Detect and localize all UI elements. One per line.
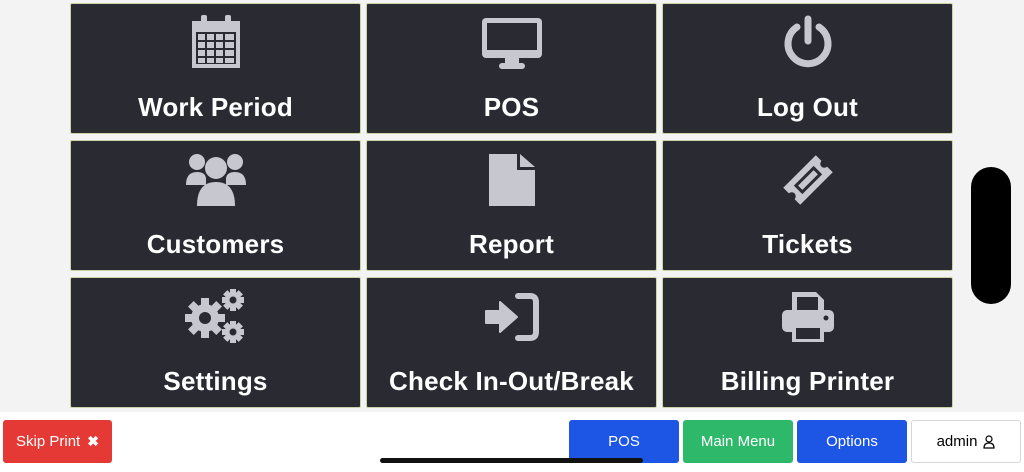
tile-label: Billing Printer xyxy=(720,366,895,396)
tile-log-out[interactable]: Log Out xyxy=(662,3,953,134)
tile-label: Tickets xyxy=(762,229,853,259)
printer-icon xyxy=(776,288,840,346)
main-menu-button[interactable]: Main Menu xyxy=(683,420,793,463)
file-icon xyxy=(480,151,544,209)
tile-label: Work Period xyxy=(138,92,293,122)
gears-icon xyxy=(184,288,248,346)
bottom-toolbar: Skip Print ✖ POS Main Menu Options admin xyxy=(0,412,1024,472)
user-button[interactable]: admin xyxy=(911,420,1021,463)
tile-label: Log Out xyxy=(756,92,859,122)
tile-pos[interactable]: POS xyxy=(366,3,657,134)
user-name: admin xyxy=(936,433,978,450)
main-menu-grid: Work Period POS Log Out Customers Report… xyxy=(70,3,954,409)
tile-settings[interactable]: Settings xyxy=(70,277,361,408)
tile-work-period[interactable]: Work Period xyxy=(70,3,361,134)
home-indicator xyxy=(380,458,643,463)
tile-tickets[interactable]: Tickets xyxy=(662,140,953,271)
tile-label: Check In-Out/Break xyxy=(389,366,634,396)
calendar-icon xyxy=(184,14,248,72)
main-menu-button-label: Main Menu xyxy=(700,433,776,450)
user-icon xyxy=(983,434,996,449)
tile-customers[interactable]: Customers xyxy=(70,140,361,271)
pos-button[interactable]: POS xyxy=(569,420,679,463)
tile-label: Settings xyxy=(163,366,268,396)
tile-report[interactable]: Report xyxy=(366,140,657,271)
tile-billing-printer[interactable]: Billing Printer xyxy=(662,277,953,408)
users-icon xyxy=(184,151,248,209)
skip-print-button[interactable]: Skip Print ✖ xyxy=(3,420,112,463)
tile-label: POS xyxy=(483,92,540,122)
tile-label: Customers xyxy=(146,229,285,259)
pos-button-label: POS xyxy=(608,433,640,450)
power-icon xyxy=(776,14,840,72)
monitor-icon xyxy=(480,14,544,72)
close-icon: ✖ xyxy=(87,433,99,449)
side-scroll-handle[interactable] xyxy=(971,167,1011,304)
sign-in-icon xyxy=(480,288,544,346)
tile-check-in-out-break[interactable]: Check In-Out/Break xyxy=(366,277,657,408)
options-button[interactable]: Options xyxy=(797,420,907,463)
skip-print-label: Skip Print xyxy=(16,433,81,450)
tile-label: Report xyxy=(469,229,554,259)
options-button-label: Options xyxy=(826,433,878,450)
ticket-icon xyxy=(776,151,840,209)
